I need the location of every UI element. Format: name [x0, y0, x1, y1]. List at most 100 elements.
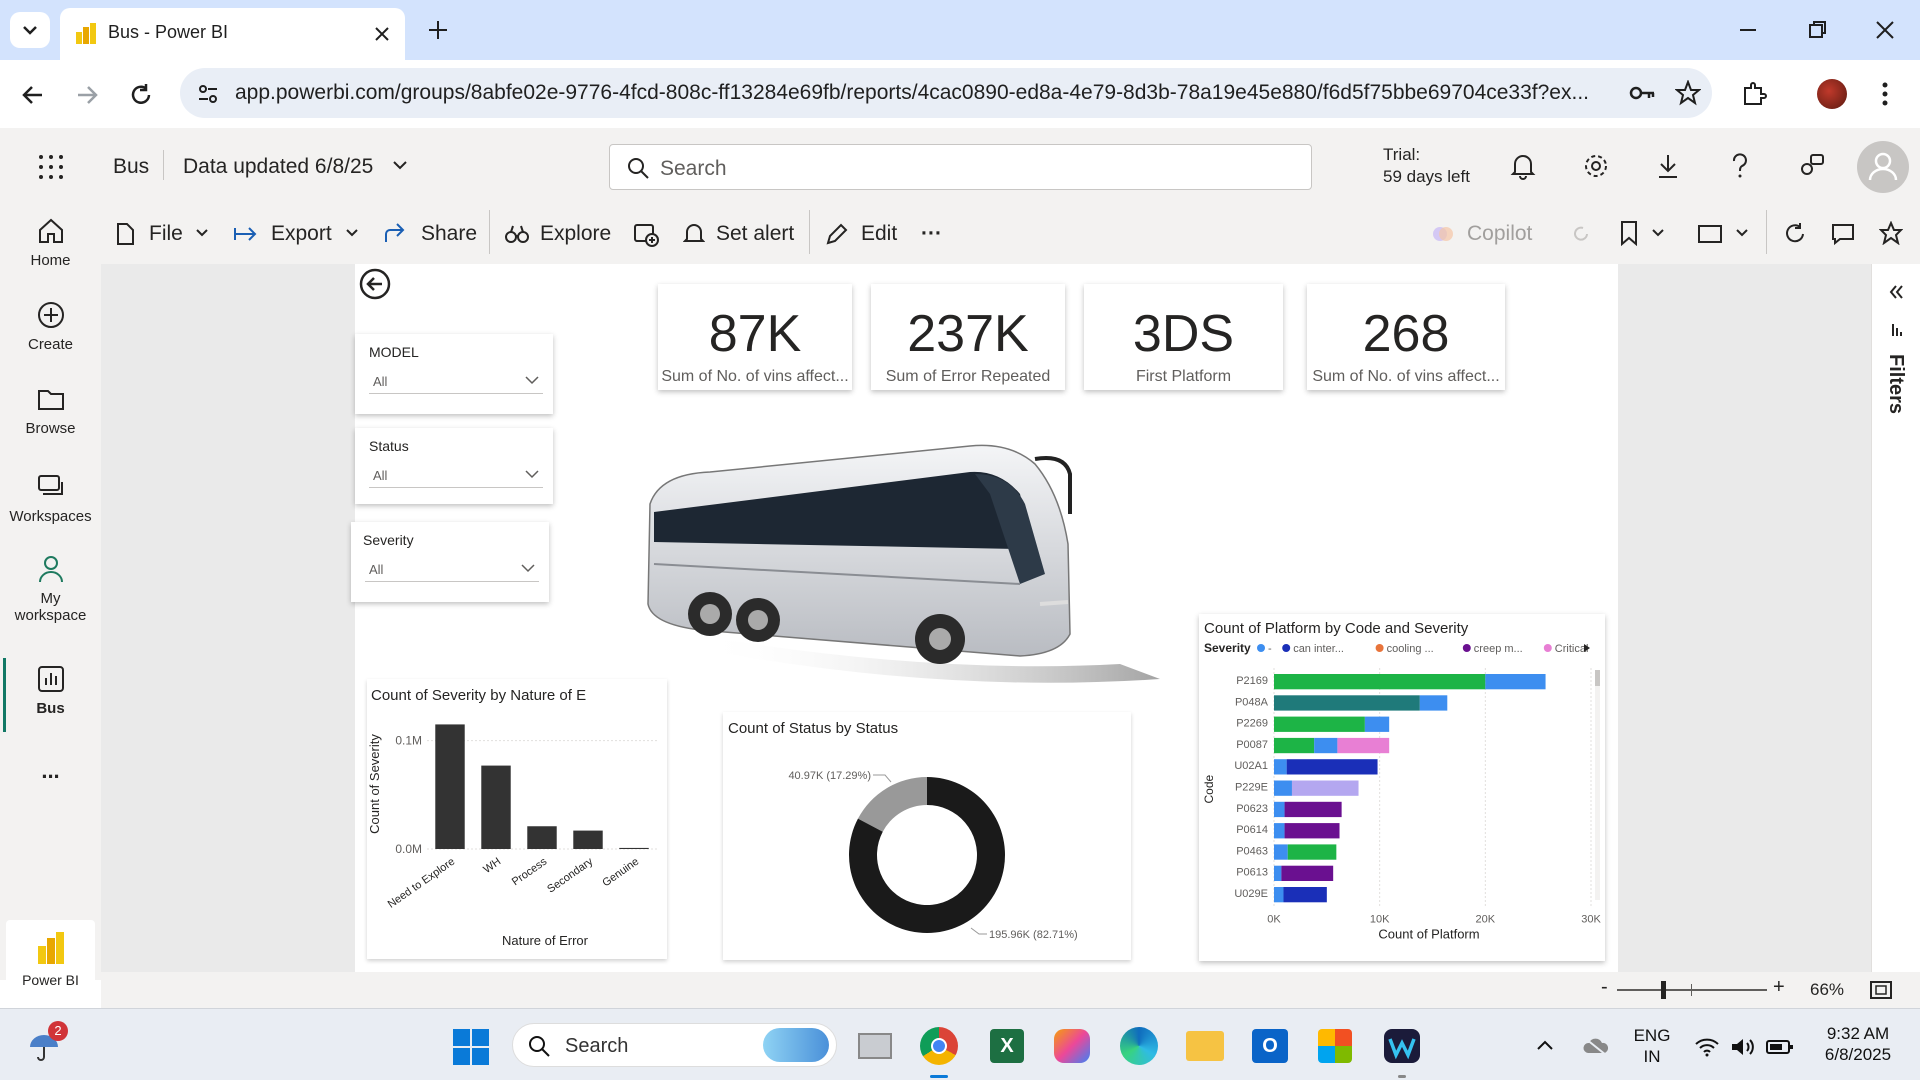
weather-widget[interactable]: 2	[28, 1021, 68, 1063]
nav-browse[interactable]: Browse	[0, 384, 101, 437]
more-options-button[interactable]: ···	[921, 222, 942, 246]
chevron-down-icon[interactable]	[195, 228, 209, 238]
edit-button[interactable]: Edit	[861, 222, 897, 246]
new-tab-icon[interactable]	[426, 18, 450, 42]
onedrive-cloud-icon[interactable]	[1582, 1037, 1610, 1055]
nav-bus-label: Bus	[36, 700, 65, 717]
browser-tab[interactable]: Bus - Power BI	[60, 8, 405, 60]
omnibox[interactable]: app.powerbi.com/groups/8abfe02e-9776-4fc…	[180, 68, 1712, 118]
data-updated-dropdown[interactable]: Data updated 6/8/25	[183, 155, 373, 179]
chevron-down-icon[interactable]	[392, 160, 408, 172]
export-menu[interactable]: Export	[271, 222, 332, 246]
notifications-bell-icon[interactable]	[1510, 152, 1536, 180]
kpi-card-vins-affected[interactable]: 87K Sum of No. of vins affect...	[658, 284, 852, 390]
report-name[interactable]: Bus	[113, 155, 149, 179]
kpi-card-first-platform[interactable]: 3DS First Platform	[1084, 284, 1283, 390]
excel-app-icon[interactable]: X	[990, 1029, 1024, 1063]
chevron-down-icon[interactable]	[1651, 228, 1665, 238]
favorite-star-icon[interactable]	[1879, 221, 1903, 245]
slicer-dropdown[interactable]: All	[369, 460, 543, 488]
tray-chevron-up-icon[interactable]	[1536, 1039, 1554, 1051]
search-input[interactable]: Search	[609, 144, 1312, 190]
explore-button[interactable]: Explore	[540, 222, 611, 246]
slicer-severity[interactable]: Severity All	[351, 522, 549, 602]
chevron-down-icon[interactable]	[345, 228, 359, 238]
zoom-slider-thumb[interactable]	[1661, 981, 1666, 999]
back-arrow-icon[interactable]	[20, 82, 46, 108]
wifi-icon[interactable]	[1694, 1037, 1720, 1057]
download-icon[interactable]	[1655, 152, 1681, 180]
reload-icon[interactable]	[128, 82, 154, 108]
share-button[interactable]: Share	[421, 222, 477, 246]
back-circle-icon[interactable]	[359, 268, 391, 300]
feedback-icon[interactable]	[1798, 152, 1826, 180]
bookmark-icon[interactable]	[1619, 220, 1639, 246]
store-app-icon[interactable]	[1318, 1029, 1352, 1063]
bookmark-star-icon[interactable]	[1675, 80, 1701, 106]
nav-home[interactable]: Home	[0, 216, 101, 269]
chevron-down-icon[interactable]	[1735, 228, 1749, 238]
set-alert-button[interactable]: Set alert	[716, 222, 794, 246]
slicer-status[interactable]: Status All	[355, 428, 553, 504]
nav-create[interactable]: Create	[0, 300, 101, 353]
windows-start-icon[interactable]	[453, 1029, 489, 1065]
expand-chevrons-icon[interactable]	[1888, 284, 1904, 300]
task-view-icon[interactable]	[858, 1033, 892, 1059]
restore-icon[interactable]	[1805, 18, 1829, 42]
nav-more[interactable]: ...	[0, 758, 101, 784]
nav-workspaces[interactable]: Workspaces	[0, 472, 101, 525]
volume-icon[interactable]	[1730, 1037, 1756, 1057]
kpi-card-vins-affected-2[interactable]: 268 Sum of No. of vins affect...	[1307, 284, 1505, 390]
chart-status-donut[interactable]: Count of Status by Status 40.97K (17.29%…	[723, 712, 1131, 960]
bar-segment	[1274, 737, 1315, 754]
account-avatar[interactable]	[1857, 141, 1909, 193]
chart-platform-by-code[interactable]: Count of Platform by Code and Severity S…	[1199, 614, 1605, 961]
reset-icon[interactable]	[1571, 224, 1591, 244]
slicer-dropdown[interactable]: All	[369, 366, 543, 394]
chrome-app-icon[interactable]	[920, 1027, 958, 1065]
refresh-icon[interactable]	[1783, 222, 1807, 246]
edge-app-icon[interactable]	[1120, 1027, 1158, 1065]
webex-app-icon[interactable]	[1384, 1029, 1420, 1063]
tab-title: Bus - Power BI	[108, 22, 229, 42]
copilot-app-icon[interactable]	[1054, 1029, 1090, 1063]
filters-pane-collapsed[interactable]: Filters	[1871, 264, 1920, 972]
forward-arrow-icon[interactable]	[74, 82, 100, 108]
app-launcher-icon[interactable]	[38, 154, 64, 180]
clock[interactable]: 9:32 AM 6/8/2025	[1808, 1023, 1908, 1065]
site-info-icon[interactable]	[196, 82, 220, 106]
language-indicator[interactable]: ENG IN	[1632, 1025, 1672, 1067]
settings-gear-icon[interactable]	[1582, 152, 1610, 180]
url-text[interactable]: app.powerbi.com/groups/8abfe02e-9776-4fc…	[235, 81, 1635, 105]
file-explorer-icon[interactable]	[1186, 1031, 1224, 1061]
zoom-out-button[interactable]: -	[1601, 976, 1608, 999]
profile-avatar[interactable]	[1817, 79, 1847, 109]
comment-icon[interactable]	[1831, 222, 1855, 246]
help-icon[interactable]	[1728, 152, 1752, 180]
battery-icon[interactable]	[1766, 1039, 1794, 1055]
window-close-icon[interactable]	[1873, 18, 1897, 42]
zoom-in-button[interactable]: +	[1773, 976, 1785, 999]
tab-search-button[interactable]	[10, 12, 50, 48]
fit-to-page-icon[interactable]	[1869, 980, 1893, 1000]
outlook-app-icon[interactable]: O	[1252, 1029, 1288, 1063]
zoom-slider[interactable]	[1617, 981, 1767, 999]
minimize-icon[interactable]	[1736, 18, 1760, 42]
taskbar-search[interactable]: Search	[512, 1023, 837, 1067]
copilot-button[interactable]: Copilot	[1467, 222, 1532, 246]
nav-bus-report[interactable]: Bus	[0, 664, 101, 717]
extensions-icon[interactable]	[1740, 80, 1768, 108]
file-menu[interactable]: File	[149, 222, 183, 246]
view-icon[interactable]	[1697, 224, 1723, 244]
zoom-level[interactable]: 66%	[1810, 980, 1844, 1000]
chart-severity-by-nature[interactable]: Count of Severity by Nature of E Count o…	[367, 679, 667, 959]
password-key-icon[interactable]	[1628, 81, 1656, 105]
slicer-model[interactable]: MODEL All	[355, 334, 553, 414]
close-icon[interactable]	[372, 24, 392, 44]
subscribe-icon[interactable]	[633, 222, 659, 248]
kpi-card-error-repeated[interactable]: 237K Sum of Error Repeated	[871, 284, 1065, 390]
nav-my-workspace[interactable]: My workspace	[0, 554, 101, 624]
browser-menu-icon[interactable]	[1875, 80, 1895, 108]
slicer-dropdown[interactable]: All	[365, 554, 539, 582]
powerbi-switcher[interactable]: Power BI	[6, 920, 95, 1004]
